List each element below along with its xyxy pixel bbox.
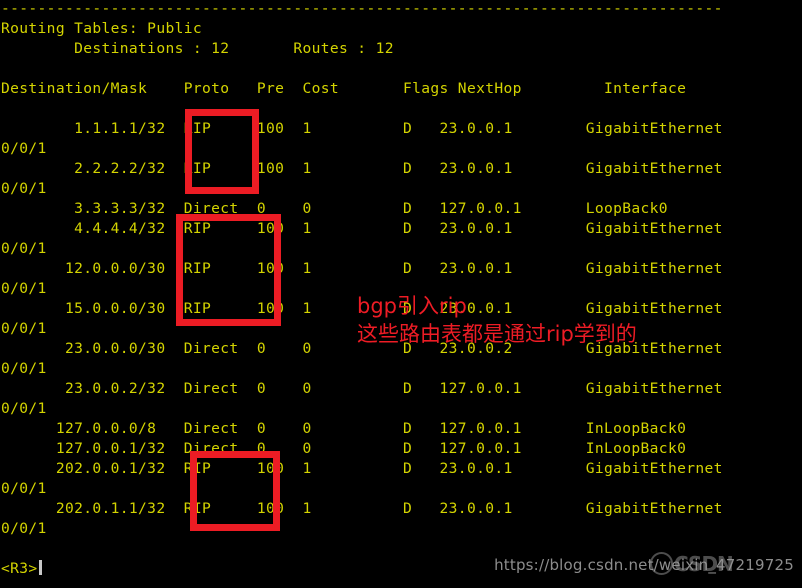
table-row: 23.0.0.0/30 Direct 0 0 D 23.0.0.2 Gigabi… [1, 340, 723, 357]
table-row: 12.0.0.0/30 RIP 100 1 D 23.0.0.1 Gigabit… [1, 260, 723, 277]
blog-url-watermark: https://blog.csdn.net/weixin_47219725 [494, 556, 794, 574]
table-row-wrap: 0/0/1 [1, 140, 47, 157]
terminal-window: ----------------------------------------… [0, 0, 802, 588]
table-row: 127.0.0.1/32 Direct 0 0 D 127.0.0.1 InLo… [1, 440, 687, 457]
table-row: 202.0.1.1/32 RIP 100 1 D 23.0.0.1 Gigabi… [1, 500, 723, 517]
table-row: 127.0.0.0/8 Direct 0 0 D 127.0.0.1 InLoo… [1, 420, 687, 437]
routing-summary-line: Destinations : 12 Routes : 12 [1, 40, 394, 57]
table-row: 15.0.0.0/30 RIP 100 1 D 23.0.0.1 Gigabit… [1, 300, 723, 317]
table-row: 1.1.1.1/32 RIP 100 1 D 23.0.0.1 GigabitE… [1, 120, 723, 137]
rip-highlight-box-1 [185, 109, 259, 194]
table-row: 202.0.0.1/32 RIP 100 1 D 23.0.0.1 Gigabi… [1, 460, 723, 477]
table-row-wrap: 0/0/1 [1, 400, 47, 417]
prompt-text: <R3> [1, 560, 38, 577]
shell-prompt[interactable]: <R3> [1, 559, 42, 579]
table-row-wrap: 0/0/1 [1, 520, 47, 537]
table-row-wrap: 0/0/1 [1, 360, 47, 377]
annotation-bgp-import-rip: bgp引入rip [357, 294, 467, 318]
routing-table-title: Routing Tables: Public [1, 20, 202, 37]
terminal-output: ----------------------------------------… [0, 0, 802, 588]
table-row-wrap: 0/0/1 [1, 480, 47, 497]
rip-highlight-box-3 [190, 451, 280, 531]
table-header-row: Destination/Mask Proto Pre Cost Flags Ne… [1, 80, 687, 97]
table-row-wrap: 0/0/1 [1, 180, 47, 197]
rip-highlight-box-2 [176, 214, 281, 326]
table-row: 23.0.0.2/32 Direct 0 0 D 127.0.0.1 Gigab… [1, 380, 723, 397]
separator-line: ----------------------------------------… [1, 0, 723, 17]
table-row-wrap: 0/0/1 [1, 240, 47, 257]
text-cursor [38, 560, 42, 575]
table-row-wrap: 0/0/1 [1, 280, 47, 297]
annotation-routes-learned-via-rip: 这些路由表都是通过rip学到的 [357, 322, 637, 346]
table-row: 4.4.4.4/32 RIP 100 1 D 23.0.0.1 GigabitE… [1, 220, 723, 237]
table-row: 3.3.3.3/32 Direct 0 0 D 127.0.0.1 LoopBa… [1, 200, 668, 217]
table-row-wrap: 0/0/1 [1, 320, 47, 337]
table-row: 2.2.2.2/32 RIP 100 1 D 23.0.0.1 GigabitE… [1, 160, 723, 177]
